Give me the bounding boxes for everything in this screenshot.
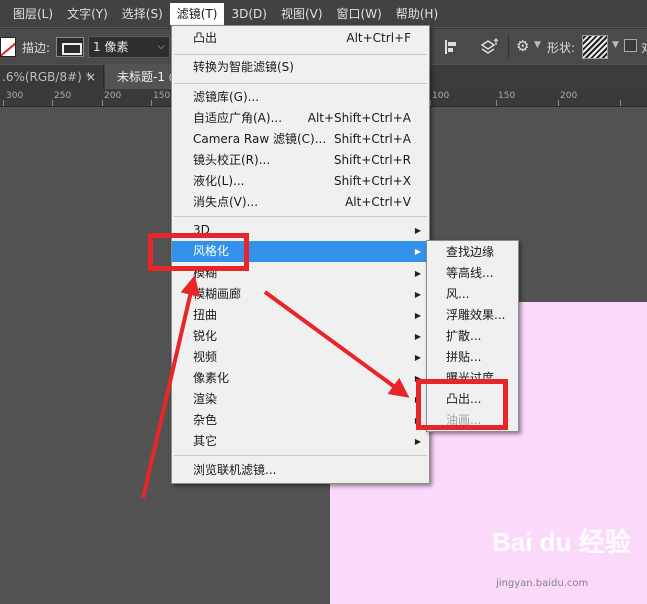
menu-view[interactable]: 视图(V) xyxy=(274,3,330,25)
chevron-down-icon[interactable]: ▼ xyxy=(612,40,619,50)
submenu-item-contour[interactable]: 等高线... xyxy=(427,263,518,284)
shortcut-label: Alt+Shift+Ctrl+A xyxy=(307,111,411,125)
shortcut-label: Shift+Ctrl+X xyxy=(334,174,411,188)
submenu-arrow-icon: ▶ xyxy=(414,332,421,341)
menu-3d[interactable]: 3D(D) xyxy=(224,3,273,25)
menu-item-noise[interactable]: 杂色 ▶ xyxy=(172,410,429,431)
menu-item-convert-smart-filter[interactable]: 转换为智能滤镜(S) xyxy=(172,57,429,78)
menu-item-label: 扭曲 xyxy=(193,308,218,322)
submenu-arrow-icon: ▶ xyxy=(414,311,421,320)
ruler-label: 100 xyxy=(432,91,450,101)
shape-label: 形状: xyxy=(547,41,576,55)
menu-item-blur-gallery[interactable]: 模糊画廊 ▶ xyxy=(172,284,429,305)
ruler-label: 300 xyxy=(6,91,24,101)
menu-item-label: 锐化 xyxy=(193,329,218,343)
options-divider xyxy=(508,35,509,59)
menu-item-label: 消失点(V)... xyxy=(193,195,259,209)
menu-item-filter-gallery[interactable]: 滤镜库(G)... xyxy=(172,87,429,108)
menu-item-label: 其它 xyxy=(193,434,218,448)
submenu-arrow-icon: ▶ xyxy=(414,247,421,256)
menu-item-browse-filters-online[interactable]: 浏览联机滤镜... xyxy=(172,460,429,481)
stroke-label: 描边: xyxy=(22,41,51,55)
ruler-label: 250 xyxy=(54,91,72,101)
ruler-label: 200 xyxy=(104,91,122,101)
submenu-item-diffuse[interactable]: 扩散... xyxy=(427,326,518,347)
watermark-url: jingyan.baidu.com xyxy=(496,578,589,589)
watermark-logo: Bai du 经验 xyxy=(492,527,631,557)
menu-layer[interactable]: 图层(L) xyxy=(6,3,60,25)
menu-item-lens-correction[interactable]: 镜头校正(R)... Shift+Ctrl+R xyxy=(172,150,429,171)
stroke-size-value: 1 像素 xyxy=(93,40,129,54)
menu-item-label: 自适应广角(A)... xyxy=(193,111,283,125)
stroke-color-swatch[interactable] xyxy=(56,37,84,57)
ruler-label: 150 xyxy=(498,91,516,101)
menu-help[interactable]: 帮助(H) xyxy=(389,3,445,25)
menu-item-video[interactable]: 视频 ▶ xyxy=(172,347,429,368)
path-align-icon[interactable] xyxy=(443,38,461,56)
submenu-item-tiles[interactable]: 拼贴... xyxy=(427,347,518,368)
menu-item-camera-raw[interactable]: Camera Raw 滤镜(C)... Shift+Ctrl+A xyxy=(172,129,429,150)
path-arrange-icon[interactable] xyxy=(478,37,500,57)
submenu-item-emboss[interactable]: 浮雕效果... xyxy=(427,305,518,326)
shortcut-label: Shift+Ctrl+A xyxy=(334,132,411,146)
menu-item-sharpen[interactable]: 锐化 ▶ xyxy=(172,326,429,347)
menu-item-label: 视频 xyxy=(193,350,218,364)
menu-item-label: 浏览联机滤镜... xyxy=(193,463,277,477)
chevron-down-icon[interactable]: ▼ xyxy=(534,40,541,50)
shortcut-label: Alt+Ctrl+V xyxy=(345,195,411,209)
menu-bar: 图层(L) 文字(Y) 选择(S) 滤镜(T) 3D(D) 视图(V) 窗口(W… xyxy=(0,0,647,27)
menu-item-label: 液化(L)... xyxy=(193,174,245,188)
menu-separator xyxy=(174,216,427,217)
annotation-box-stylize xyxy=(148,233,249,271)
menu-item-other[interactable]: 其它 ▶ xyxy=(172,431,429,452)
submenu-arrow-icon: ▶ xyxy=(414,226,421,235)
menu-item-label: 滤镜库(G)... xyxy=(193,90,260,104)
menu-filter[interactable]: 滤镜(T) xyxy=(169,2,225,25)
submenu-arrow-icon: ▶ xyxy=(414,353,421,362)
submenu-item-wind[interactable]: 风... xyxy=(427,284,518,305)
menu-item-distort[interactable]: 扭曲 ▶ xyxy=(172,305,429,326)
menu-select[interactable]: 选择(S) xyxy=(115,3,170,25)
tab-label: .6%(RGB/8#) * xyxy=(2,70,92,84)
submenu-arrow-icon: ▶ xyxy=(414,290,421,299)
menu-separator xyxy=(174,455,427,456)
menu-item-label: 转换为智能滤镜(S) xyxy=(193,60,294,74)
ruler-label: 150 xyxy=(153,91,171,101)
shortcut-label: Shift+Ctrl+R xyxy=(333,153,411,167)
menu-separator xyxy=(174,83,427,84)
menu-item-render[interactable]: 渲染 ▶ xyxy=(172,389,429,410)
shape-picker[interactable] xyxy=(582,35,608,59)
shortcut-label: Alt+Ctrl+F xyxy=(346,31,411,45)
menu-item-adaptive-wide-angle[interactable]: 自适应广角(A)... Alt+Shift+Ctrl+A xyxy=(172,108,429,129)
menu-item-label: 镜头校正(R)... xyxy=(193,153,271,167)
tab-untitled-1[interactable]: 未标题-1 @ xyxy=(105,65,175,89)
menu-item-label: 凸出 xyxy=(193,31,218,45)
gear-icon[interactable]: ⚙ xyxy=(516,37,529,55)
align-edges-checkbox[interactable] xyxy=(624,39,637,52)
tab-document-1[interactable]: .6%(RGB/8#) * × xyxy=(0,65,104,89)
menu-item-vanishing-point[interactable]: 消失点(V)... Alt+Ctrl+V xyxy=(172,192,429,213)
truncated-label: 对 xyxy=(641,39,647,56)
close-icon[interactable]: × xyxy=(86,65,96,89)
menu-separator xyxy=(174,54,427,55)
submenu-arrow-icon: ▶ xyxy=(414,269,421,278)
annotation-box-extrude xyxy=(416,379,508,430)
menu-item-liquify[interactable]: 液化(L)... Shift+Ctrl+X xyxy=(172,171,429,192)
menu-item-label: 像素化 xyxy=(193,371,230,385)
submenu-item-find-edges[interactable]: 查找边缘 xyxy=(427,242,518,263)
menu-item-label: 渲染 xyxy=(193,392,218,406)
submenu-arrow-icon: ▶ xyxy=(414,437,421,446)
menu-item-label: Camera Raw 滤镜(C)... xyxy=(193,132,327,146)
menu-type[interactable]: 文字(Y) xyxy=(60,3,115,25)
menu-item-pixelate[interactable]: 像素化 ▶ xyxy=(172,368,429,389)
menu-item-label: 杂色 xyxy=(193,413,218,427)
ruler-label: 200 xyxy=(560,91,578,101)
menu-item-extrude-last[interactable]: 凸出 Alt+Ctrl+F xyxy=(172,28,429,49)
fill-swatch[interactable] xyxy=(0,37,16,57)
stroke-size-field[interactable]: 1 像素 ⌵ xyxy=(88,36,170,58)
menu-window[interactable]: 窗口(W) xyxy=(330,3,389,25)
chevron-down-icon: ⌵ xyxy=(157,41,165,52)
menu-item-label: 模糊画廊 xyxy=(193,287,242,301)
